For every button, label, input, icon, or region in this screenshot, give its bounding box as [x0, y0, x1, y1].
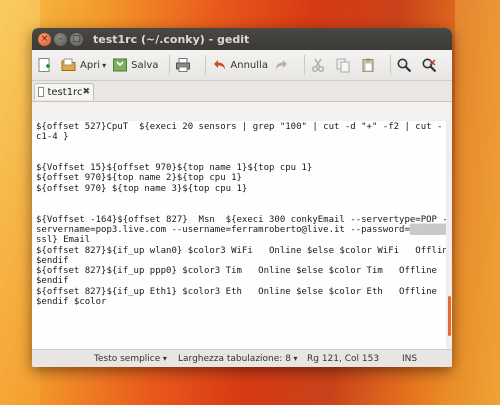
- insert-mode: INS: [402, 353, 418, 364]
- redo-icon: [275, 60, 287, 70]
- toolbar-separator: [205, 55, 207, 75]
- window-close-button[interactable]: ×: [38, 32, 51, 46]
- text-editor[interactable]: ${offset 527}CpuT ${execi 20 sensors | g…: [32, 121, 452, 350]
- cut-button[interactable]: [310, 57, 329, 73]
- tab-label: test1rc: [47, 86, 83, 98]
- save-button[interactable]: Salva: [112, 57, 158, 73]
- save-icon: [113, 58, 128, 72]
- save-label: Salva: [131, 59, 159, 71]
- paste-button[interactable]: [360, 57, 379, 73]
- paste-icon: [362, 58, 374, 72]
- new-document-button[interactable]: [36, 57, 55, 73]
- copy-icon: [336, 58, 350, 73]
- print-button[interactable]: [175, 57, 194, 73]
- tab-width-selector[interactable]: Larghezza tabulazione: 8: [178, 354, 297, 364]
- toolbar-separator: [303, 55, 305, 75]
- find-replace-button[interactable]: [421, 57, 440, 73]
- cut-icon: [311, 58, 324, 72]
- code-lines-before: ${offset 527}CpuT ${execi 20 sensors | g…: [36, 122, 452, 235]
- undo-icon: [214, 60, 226, 70]
- search-icon: [397, 58, 412, 73]
- vertical-scrollbar[interactable]: [446, 121, 452, 350]
- copy-button[interactable]: [335, 57, 354, 73]
- find-replace-icon: [422, 58, 437, 73]
- document-icon: [38, 87, 45, 97]
- close-tab-icon[interactable]: ✖: [82, 87, 90, 97]
- scrollbar-thumb[interactable]: [448, 296, 451, 336]
- cursor-position: Rg 121, Col 153: [307, 353, 380, 364]
- tab-bar: test1rc ✖: [32, 81, 452, 102]
- window-maximize-button[interactable]: □: [70, 32, 83, 46]
- redo-button[interactable]: [274, 57, 293, 73]
- undo-button[interactable]: Annulla: [211, 57, 268, 73]
- toolbar: Apri ▾ Salva Annulla: [32, 50, 452, 81]
- wallpaper-stripe-right: [455, 0, 500, 405]
- undo-label: Annulla: [230, 59, 268, 71]
- window-minimize-button[interactable]: –: [54, 32, 67, 46]
- status-bar: Testo semplice Larghezza tabulazione: 8 …: [32, 349, 452, 367]
- open-label: Apri: [80, 59, 101, 71]
- title-bar: × – □ test1rc (~/.conky) - gedit: [32, 28, 452, 50]
- syntax-selector[interactable]: Testo semplice: [94, 354, 167, 364]
- code-lines-after: ssl} Email ${offset 827}${if_up wlan0} $…: [36, 235, 452, 308]
- find-button[interactable]: [396, 57, 415, 73]
- toolbar-separator: [169, 55, 171, 75]
- open-button[interactable]: Apri ▾: [61, 57, 106, 73]
- toolbar-separator: [389, 55, 391, 75]
- tab-test1rc[interactable]: test1rc ✖: [34, 83, 94, 100]
- chevron-down-icon[interactable]: ▾: [102, 61, 106, 70]
- editor-content[interactable]: ${offset 527}CpuT ${execi 20 sensors | g…: [32, 121, 452, 350]
- print-icon: [176, 58, 191, 72]
- window-title: test1rc (~/.conky) - gedit: [93, 32, 250, 46]
- new-document-icon: [38, 58, 50, 72]
- gedit-window: × – □ test1rc (~/.conky) - gedit Apri ▾ …: [32, 28, 452, 367]
- open-folder-icon: [61, 58, 76, 71]
